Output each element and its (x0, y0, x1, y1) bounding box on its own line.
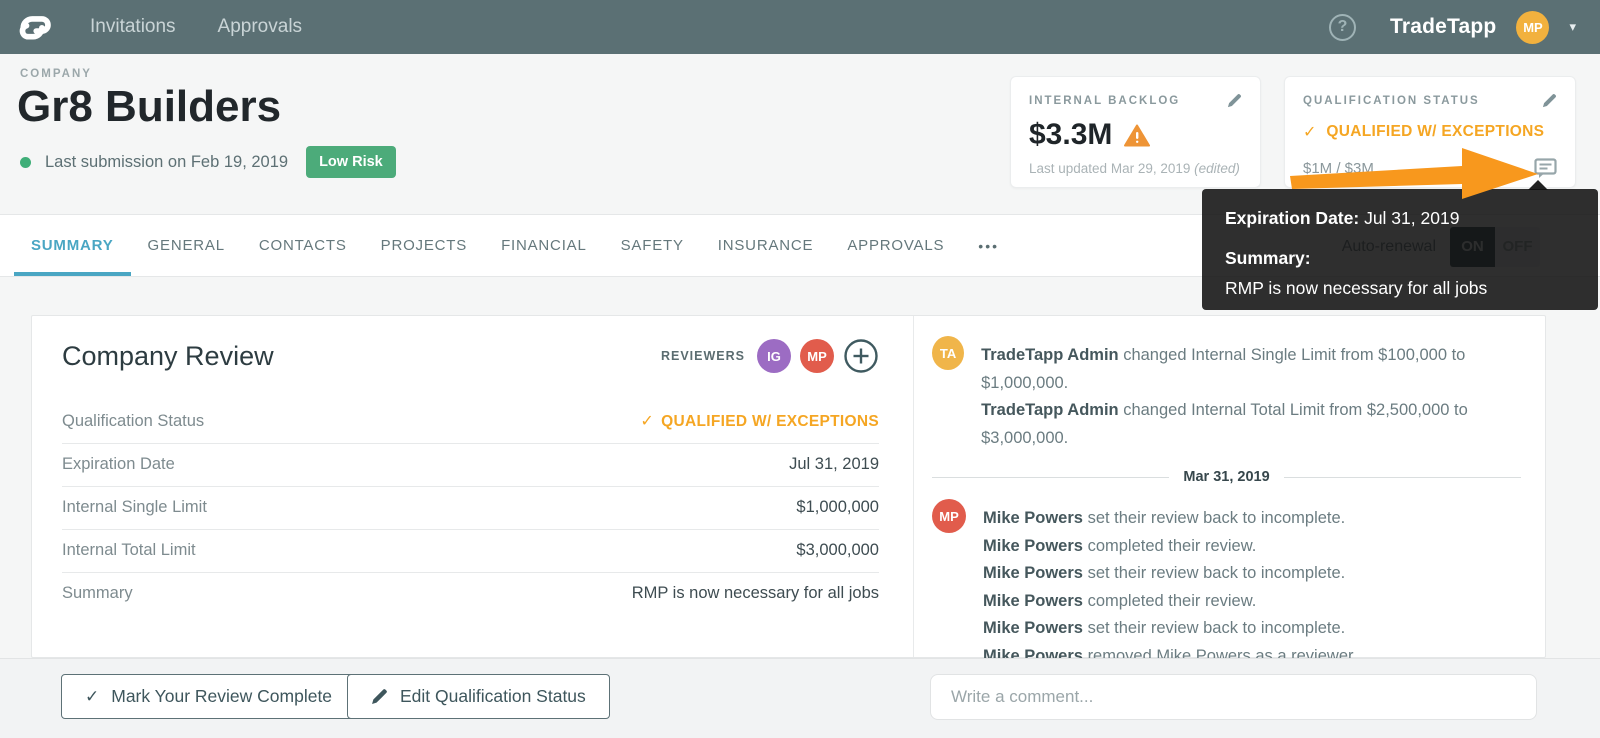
row-label: Internal Single Limit (62, 498, 207, 516)
table-row: Internal Single Limit $1,000,000 (62, 487, 879, 530)
pencil-icon (1227, 94, 1241, 108)
nav-approvals[interactable]: Approvals (218, 16, 303, 38)
edit-qualification-status-button[interactable]: Edit Qualification Status (347, 674, 610, 719)
add-reviewer-button[interactable] (843, 338, 879, 374)
check-icon: ✓ (85, 686, 100, 706)
reviewers-group: REVIEWERS IG MP (661, 338, 879, 374)
avatar: TA (932, 336, 965, 370)
table-row: Expiration Date Jul 31, 2019 (62, 444, 879, 487)
warning-icon (1124, 124, 1151, 146)
pencil-icon (372, 689, 387, 704)
comment-note-icon[interactable] (1534, 158, 1557, 179)
tabs-overflow-icon[interactable]: ••• (961, 215, 1016, 276)
chevron-down-icon[interactable]: ▾ (1569, 19, 1576, 35)
status-tooltip: Expiration Date: Jul 31, 2019 Summary: R… (1202, 180, 1598, 310)
table-row: Qualification Status ✓ QUALIFIED W/ EXCEP… (62, 400, 879, 444)
row-label: Summary (62, 584, 133, 602)
date-divider-label: Mar 31, 2019 (1183, 469, 1270, 485)
company-review-panel: Company Review REVIEWERS IG MP Qualifica… (31, 315, 1546, 692)
edit-qualification-button[interactable] (1542, 93, 1557, 108)
backlog-updated-text: Last updated Mar 29, 2019 (edited) (1029, 161, 1240, 176)
tab-insurance[interactable]: INSURANCE (701, 215, 831, 276)
last-submission-text: Last submission on Feb 19, 2019 (45, 152, 289, 171)
row-value: $1,000,000 (796, 498, 879, 516)
reviewers-label: REVIEWERS (660, 349, 745, 363)
tradetapp-logo-icon[interactable] (14, 9, 52, 45)
qualification-status-card: QUALIFICATION STATUS ✓ QUALIFIED W/ EXCE… (1284, 76, 1576, 188)
user-avatar[interactable]: MP (1516, 10, 1550, 44)
qualification-card-title: QUALIFICATION STATUS (1303, 94, 1480, 107)
row-label: Expiration Date (62, 455, 175, 473)
tab-general[interactable]: GENERAL (131, 215, 242, 276)
activity-entry: Mike Powers set their review back to inc… (983, 564, 1346, 582)
tab-financial[interactable]: FINANCIAL (484, 215, 604, 276)
mark-review-complete-button[interactable]: ✓ Mark Your Review Complete (61, 674, 357, 719)
avatar: MP (932, 499, 966, 533)
activity-entry: TradeTapp Admin changed Internal Total L… (981, 401, 1468, 447)
tab-approvals[interactable]: APPROVALS (830, 215, 961, 276)
tradetapp-app: Invitations Approvals ? TradeTapp MP ▾ C… (0, 0, 1600, 738)
review-pane: Company Review REVIEWERS IG MP Qualifica… (32, 316, 913, 657)
help-icon[interactable]: ? (1329, 13, 1357, 41)
edit-backlog-button[interactable] (1227, 93, 1242, 108)
top-navigation-bar: Invitations Approvals ? TradeTapp MP ▾ (0, 0, 1600, 54)
company-eyebrow: COMPANY (20, 68, 92, 80)
tab-contacts[interactable]: CONTACTS (242, 215, 364, 276)
tooltip-expiration-label: Expiration Date: (1225, 208, 1360, 228)
tab-summary[interactable]: SUMMARY (14, 215, 131, 276)
activity-entry: Mike Powers completed their review. (983, 591, 1257, 610)
activity-feed: TA TradeTapp Admin changed Internal Sing… (914, 316, 1545, 692)
activity-group: TA TradeTapp Admin changed Internal Sing… (932, 336, 1527, 452)
reviewer-avatar-ig[interactable]: IG (757, 339, 791, 373)
tooltip-summary-value: RMP is now necessary for all jobs (1225, 278, 1488, 298)
row-label: Internal Total Limit (62, 541, 196, 559)
review-title: Company Review (62, 340, 274, 371)
tooltip-summary-label: Summary: (1225, 248, 1311, 268)
active-status-dot-icon (20, 156, 31, 168)
backlog-card-title: INTERNAL BACKLOG (1029, 94, 1181, 107)
row-value: Jul 31, 2019 (789, 455, 879, 473)
submission-status-line: Last submission on Feb 19, 2019 Low Risk (20, 146, 396, 178)
plus-circle-icon (844, 339, 878, 373)
pencil-icon (1542, 94, 1556, 108)
risk-badge[interactable]: Low Risk (306, 146, 396, 178)
backlog-amount: $3.3M (1029, 118, 1113, 151)
row-value: ✓ QUALIFIED W/ EXCEPTIONS (640, 413, 879, 430)
nav-invitations[interactable]: Invitations (90, 16, 176, 38)
topbar-right: ? TradeTapp MP ▾ (1329, 10, 1576, 44)
page-title: Gr8 Builders (17, 82, 282, 131)
check-icon: ✓ (1303, 124, 1317, 141)
tab-safety[interactable]: SAFETY (604, 215, 701, 276)
table-row: Summary RMP is now necessary for all job… (62, 573, 879, 615)
action-footer: ✓ Mark Your Review Complete Edit Qualifi… (0, 658, 1600, 738)
primary-nav: Invitations Approvals (90, 16, 302, 38)
review-detail-table: Qualification Status ✓ QUALIFIED W/ EXCEP… (62, 400, 879, 615)
limits-value: $1M / $3M (1303, 160, 1374, 177)
brand-name: TradeTapp (1390, 15, 1497, 38)
qualification-status-value: QUALIFIED W/ EXCEPTIONS (1326, 123, 1545, 140)
comment-input[interactable] (930, 674, 1537, 720)
activity-entry: Mike Powers set their review back to inc… (983, 509, 1346, 527)
check-icon: ✓ (640, 413, 655, 430)
tooltip-expiration-value: Jul 31, 2019 (1364, 208, 1460, 228)
reviewer-avatar-mp[interactable]: MP (800, 339, 834, 373)
tab-projects[interactable]: PROJECTS (364, 215, 484, 276)
table-row: Internal Total Limit $3,000,000 (62, 530, 879, 573)
row-label: Qualification Status (62, 411, 205, 430)
date-divider: Mar 31, 2019 (932, 469, 1522, 485)
activity-entry: Mike Powers completed their review. (983, 536, 1257, 555)
internal-backlog-card: INTERNAL BACKLOG $3.3M Last updated Mar … (1010, 76, 1261, 188)
activity-entry: Mike Powers set their review back to inc… (983, 619, 1346, 637)
row-value: $3,000,000 (796, 541, 879, 559)
activity-entry: TradeTapp Admin changed Internal Single … (981, 346, 1466, 392)
row-value: RMP is now necessary for all jobs (631, 584, 879, 602)
